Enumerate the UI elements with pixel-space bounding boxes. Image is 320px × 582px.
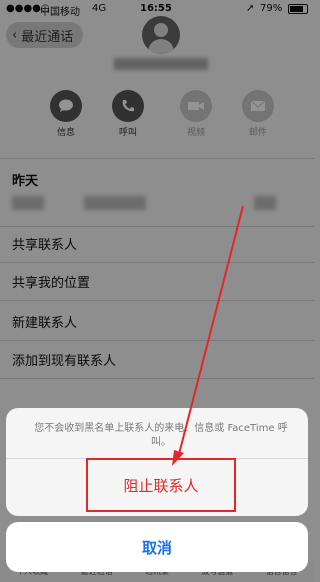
annotation-arrow-icon bbox=[172, 205, 244, 466]
